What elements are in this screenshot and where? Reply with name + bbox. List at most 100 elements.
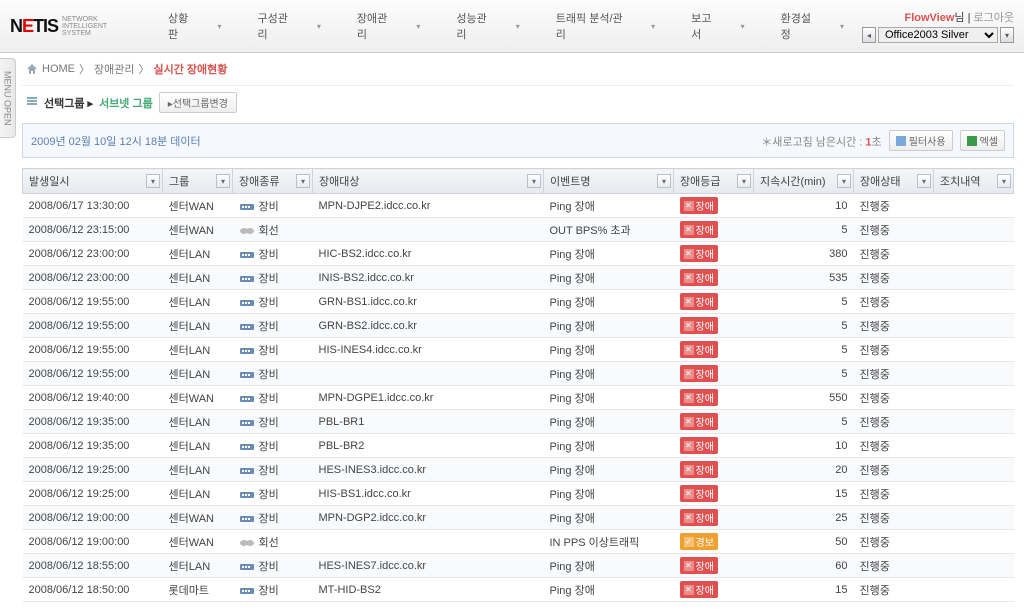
nav-item-4[interactable]: 트래픽 분석/관리 bbox=[538, 4, 673, 48]
cell: 2008/06/12 19:55:00 bbox=[23, 290, 163, 314]
cell: PBL-BR2 bbox=[313, 434, 544, 458]
grade-badge: ✕장애 bbox=[680, 317, 718, 334]
nav-item-0[interactable]: 상황판 bbox=[150, 4, 239, 48]
grade-badge: ✕장애 bbox=[680, 509, 718, 526]
cell: 5 bbox=[754, 362, 854, 386]
col-filter-icon[interactable]: ▾ bbox=[296, 174, 310, 188]
col-filter-icon[interactable]: ▾ bbox=[216, 174, 230, 188]
cell: 2008/06/12 23:15:00 bbox=[23, 218, 163, 242]
col-header-1[interactable]: 그룹▾ bbox=[163, 169, 233, 194]
nav-item-6[interactable]: 환경설정 bbox=[763, 4, 862, 48]
nav-item-3[interactable]: 성능관리 bbox=[438, 4, 537, 48]
col-header-3[interactable]: 장애대상▾ bbox=[313, 169, 544, 194]
theme-dropdown-icon[interactable]: ▾ bbox=[1000, 27, 1014, 43]
info-bar: 2009년 02월 10일 12시 18분 데이터 ＊새로고침 남은시간 : 1… bbox=[22, 123, 1014, 158]
grade-badge: ✕장애 bbox=[680, 365, 718, 382]
nav-item-1[interactable]: 구성관리 bbox=[239, 4, 338, 48]
badge-mark-icon: ✕ bbox=[684, 513, 694, 523]
col-filter-icon[interactable]: ▾ bbox=[997, 174, 1011, 188]
nav-item-2[interactable]: 장애관리 bbox=[339, 4, 438, 48]
col-filter-icon[interactable]: ▾ bbox=[917, 174, 931, 188]
col-header-0[interactable]: 발생일시▾ bbox=[23, 169, 163, 194]
table-row[interactable]: 2008/06/12 19:35:00센터LAN장비PBL-BR2Ping 장애… bbox=[23, 434, 1014, 458]
table-row[interactable]: 2008/06/12 19:55:00센터LAN장비GRN-BS2.idcc.c… bbox=[23, 314, 1014, 338]
cell: 진행중 bbox=[854, 362, 934, 386]
table-row[interactable]: 2008/06/12 19:00:00센터WAN장비MPN-DGP2.idcc.… bbox=[23, 506, 1014, 530]
cell: HES-INES3.idcc.co.kr bbox=[313, 458, 544, 482]
table-row[interactable]: 2008/06/12 23:00:00센터LAN장비HIC-BS2.idcc.c… bbox=[23, 242, 1014, 266]
filter-button[interactable]: 필터사용 bbox=[889, 130, 953, 151]
cell: 10 bbox=[754, 434, 854, 458]
nav-item-5[interactable]: 보고서 bbox=[673, 4, 762, 48]
cell: 60 bbox=[754, 554, 854, 578]
col-header-4[interactable]: 이벤트명▾ bbox=[544, 169, 674, 194]
theme-prev-icon[interactable]: ◂ bbox=[862, 27, 876, 43]
cell: Ping 장애 bbox=[544, 506, 674, 530]
cell: 장비 bbox=[233, 482, 313, 506]
col-header-8[interactable]: 조치내역▾ bbox=[934, 169, 1014, 194]
badge-mark-icon: ✕ bbox=[684, 465, 694, 475]
theme-select[interactable]: Office2003 Silver bbox=[878, 27, 998, 43]
col-header-5[interactable]: 장애등급▾ bbox=[674, 169, 754, 194]
col-filter-icon[interactable]: ▾ bbox=[837, 174, 851, 188]
device-icon bbox=[239, 417, 255, 429]
col-filter-icon[interactable]: ▾ bbox=[527, 174, 541, 188]
table-row[interactable]: 2008/06/12 23:15:00센터WAN회선OUT BPS% 초과✕장애… bbox=[23, 218, 1014, 242]
table-row[interactable]: 2008/06/12 18:55:00센터LAN장비HES-INES7.idcc… bbox=[23, 554, 1014, 578]
breadcrumb: HOME 〉 장애관리 〉 실시간 장애현황 bbox=[22, 53, 1014, 85]
home-icon[interactable] bbox=[26, 63, 38, 75]
cell: 5 bbox=[754, 410, 854, 434]
cell: 5 bbox=[754, 338, 854, 362]
change-group-button[interactable]: ▸선택그룹변경 bbox=[159, 92, 237, 113]
table-row[interactable]: 2008/06/12 18:50:00롯데마트장비MT-HID-BS2Ping … bbox=[23, 578, 1014, 602]
cell: 15 bbox=[754, 578, 854, 602]
cell: 롯데마트 bbox=[163, 578, 233, 602]
cell: 센터WAN bbox=[163, 506, 233, 530]
col-filter-icon[interactable]: ▾ bbox=[657, 174, 671, 188]
badge-mark-icon: ✕ bbox=[684, 369, 694, 379]
badge-mark-icon: ✕ bbox=[684, 225, 694, 235]
cell bbox=[934, 386, 1014, 410]
cell: Ping 장애 bbox=[544, 242, 674, 266]
logo: NETIS NETWORK INTELLIGENT SYSTEM bbox=[10, 16, 150, 37]
col-header-2[interactable]: 장애종류▾ bbox=[233, 169, 313, 194]
table-row[interactable]: 2008/06/12 19:00:00센터WAN회선IN PPS 이상트래픽✓경… bbox=[23, 530, 1014, 554]
cell: Ping 장애 bbox=[544, 362, 674, 386]
cell: MPN-DGPE1.idcc.co.kr bbox=[313, 386, 544, 410]
table-row[interactable]: 2008/06/12 19:35:00센터LAN장비PBL-BR1Ping 장애… bbox=[23, 410, 1014, 434]
table-row[interactable]: 2008/06/17 13:30:00센터WAN장비MPN-DJPE2.idcc… bbox=[23, 194, 1014, 218]
device-icon bbox=[239, 465, 255, 477]
device-icon bbox=[239, 369, 255, 381]
col-header-7[interactable]: 장애상태▾ bbox=[854, 169, 934, 194]
table-row[interactable]: 2008/06/12 19:25:00센터LAN장비HES-INES3.idcc… bbox=[23, 458, 1014, 482]
cell: 380 bbox=[754, 242, 854, 266]
filter-icon bbox=[896, 136, 906, 146]
user-info: FlowView님 | 로그아웃 bbox=[904, 9, 1014, 25]
theme-selector: ◂ Office2003 Silver ▾ bbox=[862, 27, 1014, 43]
cell bbox=[934, 530, 1014, 554]
breadcrumb-home[interactable]: HOME bbox=[42, 63, 75, 75]
cell: INIS-BS2.idcc.co.kr bbox=[313, 266, 544, 290]
col-header-6[interactable]: 지속시간(min)▾ bbox=[754, 169, 854, 194]
table-row[interactable]: 2008/06/12 19:25:00센터LAN장비HIS-BS1.idcc.c… bbox=[23, 482, 1014, 506]
cell bbox=[934, 506, 1014, 530]
col-filter-icon[interactable]: ▾ bbox=[737, 174, 751, 188]
table-row[interactable]: 2008/06/12 19:55:00센터LAN장비GRN-BS1.idcc.c… bbox=[23, 290, 1014, 314]
cell: ✕장애 bbox=[674, 314, 754, 338]
cell: 센터LAN bbox=[163, 362, 233, 386]
cell: Ping 장애 bbox=[544, 458, 674, 482]
cell: 진행중 bbox=[854, 458, 934, 482]
device-icon bbox=[239, 561, 255, 573]
table-row[interactable]: 2008/06/12 19:55:00센터LAN장비Ping 장애✕장애5진행중 bbox=[23, 362, 1014, 386]
cell: 장비 bbox=[233, 506, 313, 530]
cell: 센터LAN bbox=[163, 482, 233, 506]
col-filter-icon[interactable]: ▾ bbox=[146, 174, 160, 188]
cell: 2008/06/12 19:25:00 bbox=[23, 482, 163, 506]
table-row[interactable]: 2008/06/12 19:55:00센터LAN장비HIS-INES4.idcc… bbox=[23, 338, 1014, 362]
table-row[interactable]: 2008/06/12 19:40:00센터WAN장비MPN-DGPE1.idcc… bbox=[23, 386, 1014, 410]
logout-link[interactable]: 로그아웃 bbox=[974, 12, 1014, 24]
menu-open-tab[interactable]: MENU OPEN bbox=[0, 58, 16, 138]
excel-button[interactable]: 엑셀 bbox=[960, 130, 1005, 151]
table-row[interactable]: 2008/06/12 23:00:00센터LAN장비INIS-BS2.idcc.… bbox=[23, 266, 1014, 290]
breadcrumb-mid[interactable]: 장애관리 bbox=[94, 61, 134, 77]
